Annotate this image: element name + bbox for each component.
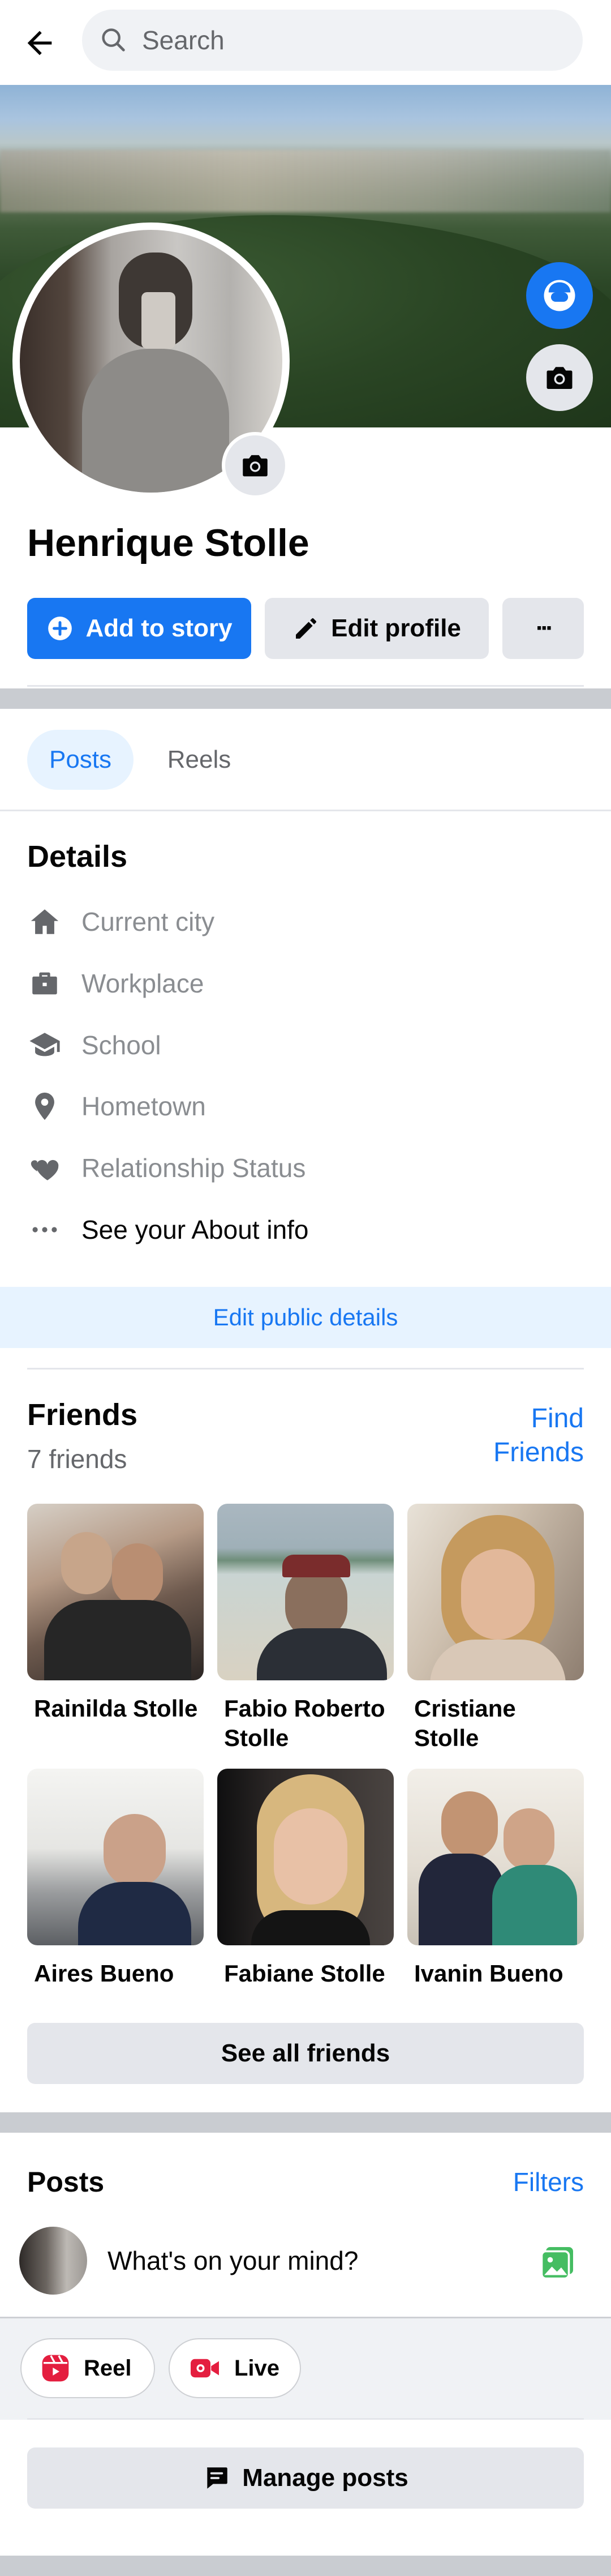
- edit-profile-picture-button[interactable]: [222, 432, 289, 499]
- friends-title: Friends: [27, 1398, 138, 1432]
- posts-title: Posts: [27, 2166, 105, 2198]
- chat-list-icon: [207, 2467, 228, 2489]
- detail-see-about-info[interactable]: See your About info: [27, 1207, 309, 1252]
- more-options-button[interactable]: ···: [502, 598, 584, 659]
- briefcase-icon: [27, 966, 62, 1001]
- see-all-friends-button[interactable]: See all friends: [27, 2023, 584, 2084]
- ellipsis-icon: ···: [536, 614, 554, 642]
- friend-photo[interactable]: [217, 1504, 394, 1680]
- add-to-story-label: Add to story: [85, 614, 233, 642]
- manage-posts-button[interactable]: Manage posts: [27, 2447, 584, 2509]
- edit-profile-label: Edit profile: [331, 614, 461, 642]
- back-arrow-icon[interactable]: [17, 20, 62, 66]
- detail-relationship-status[interactable]: Relationship Status: [27, 1145, 306, 1191]
- camera-icon: [243, 455, 268, 477]
- edit-cover-camera-button[interactable]: [526, 344, 593, 411]
- top-bar: Search: [0, 0, 611, 85]
- house-icon: [27, 904, 62, 939]
- reel-icon: [42, 2355, 69, 2382]
- section-separator: [0, 688, 611, 709]
- friend-name[interactable]: Fabio Roberto Stolle: [224, 1694, 401, 1753]
- graduation-cap-icon: [27, 1028, 62, 1063]
- find-friends-link[interactable]: Find Friends: [441, 1402, 584, 1470]
- divider: [27, 1368, 584, 1370]
- friend-photo[interactable]: [217, 1769, 394, 1945]
- details-title: Details: [27, 840, 128, 874]
- friend-name[interactable]: Rainilda Stolle: [34, 1694, 210, 1723]
- friend-name[interactable]: Cristiane Stolle: [414, 1694, 591, 1753]
- friend-photo[interactable]: [27, 1769, 204, 1945]
- friend-name[interactable]: Fabiane Stolle: [224, 1959, 401, 1988]
- friends-count: 7 friends: [27, 1444, 127, 1474]
- friend-name[interactable]: Ivanin Bueno: [414, 1959, 591, 1988]
- section-separator: [0, 2556, 611, 2576]
- photo-icon[interactable]: [537, 2242, 578, 2283]
- avatar[interactable]: [19, 2227, 87, 2295]
- reel-button[interactable]: Reel: [20, 2338, 155, 2398]
- search-input[interactable]: Search: [82, 10, 583, 71]
- filters-link[interactable]: Filters: [498, 2167, 584, 2197]
- plus-circle-icon: [48, 617, 72, 640]
- composer-prompt[interactable]: What's on your mind?: [107, 2245, 358, 2276]
- search-icon: [102, 28, 125, 52]
- tab-reels[interactable]: Reels: [148, 730, 250, 790]
- avatar-face-icon: [544, 280, 575, 311]
- search-placeholder: Search: [142, 25, 225, 55]
- tab-posts[interactable]: Posts: [27, 730, 134, 790]
- friend-name[interactable]: Aires Bueno: [34, 1959, 210, 1988]
- cover-city-scape: [0, 150, 611, 212]
- detail-school[interactable]: School: [27, 1022, 161, 1068]
- location-pin-icon: [27, 1089, 62, 1124]
- divider: [27, 2418, 584, 2420]
- friend-photo[interactable]: [407, 1504, 584, 1680]
- friend-photo[interactable]: [27, 1504, 204, 1680]
- friend-photo[interactable]: [407, 1769, 584, 1945]
- pencil-icon: [296, 618, 317, 639]
- tabs-divider: [0, 810, 611, 811]
- detail-hometown[interactable]: Hometown: [27, 1084, 206, 1129]
- ellipsis-icon: [27, 1212, 62, 1247]
- add-to-story-button[interactable]: Add to story: [27, 598, 251, 659]
- detail-current-city[interactable]: Current city: [27, 899, 214, 944]
- divider: [27, 685, 584, 687]
- profile-name: Henrique Stolle: [27, 521, 309, 564]
- camera-icon: [547, 367, 573, 389]
- detail-workplace[interactable]: Workplace: [27, 961, 204, 1006]
- edit-public-details-button[interactable]: Edit public details: [0, 1287, 611, 1348]
- hearts-icon: [27, 1150, 62, 1186]
- section-separator: [0, 2112, 611, 2133]
- live-button[interactable]: Live: [169, 2338, 301, 2398]
- avatar-button[interactable]: [526, 262, 593, 329]
- edit-profile-button[interactable]: Edit profile: [265, 598, 489, 659]
- live-video-icon: [191, 2359, 219, 2378]
